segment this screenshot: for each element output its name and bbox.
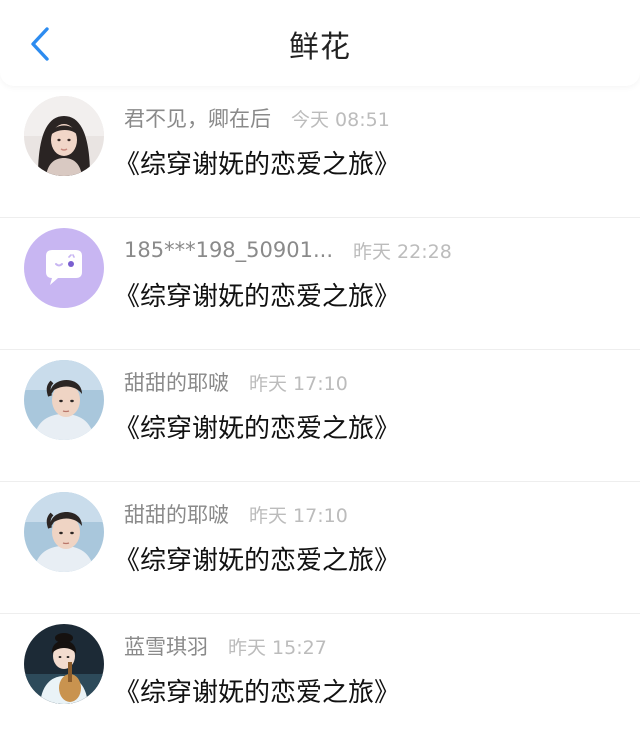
user-name[interactable]: 甜甜的耶啵 [124, 367, 229, 397]
item-meta: 君不见，卿在后 今天 08:51 [124, 104, 390, 132]
avatar-photo-man [24, 360, 104, 440]
list-item[interactable]: 甜甜的耶啵 昨天 17:10 《综穿谢妩的恋爱之旅》 [0, 350, 640, 482]
timestamp: 昨天 15:27 [228, 636, 327, 659]
user-name[interactable]: 君不见，卿在后 [124, 103, 271, 133]
user-name[interactable]: 蓝雪琪羽 [124, 631, 208, 661]
timestamp: 昨天 22:28 [353, 240, 452, 263]
book-title[interactable]: 《综穿谢妩的恋爱之旅》 [114, 408, 400, 445]
list-item[interactable]: 185***198_50901... 昨天 22:28 《综穿谢妩的恋爱之旅》 [0, 218, 640, 350]
timestamp: 昨天 17:10 [249, 372, 348, 395]
book-title[interactable]: 《综穿谢妩的恋爱之旅》 [114, 540, 400, 577]
item-meta: 甜甜的耶啵 昨天 17:10 [124, 368, 348, 396]
avatar-photo-man [24, 492, 104, 572]
list-item[interactable]: 蓝雪琪羽 昨天 15:27 《综穿谢妩的恋爱之旅》 [0, 614, 640, 746]
user-name[interactable]: 185***198_50901... [124, 238, 333, 262]
timestamp: 昨天 17:10 [249, 504, 348, 527]
avatar[interactable] [24, 360, 104, 440]
item-meta: 甜甜的耶啵 昨天 17:10 [124, 500, 348, 528]
avatar-photo-woman [24, 96, 104, 176]
avatar[interactable] [24, 228, 104, 308]
top-bar: 鲜花 [0, 0, 640, 86]
avatar[interactable] [24, 96, 104, 176]
default-chat-bubble-icon [24, 228, 104, 308]
flower-list: 君不见，卿在后 今天 08:51 《综穿谢妩的恋爱之旅》 185***198_5… [0, 86, 640, 746]
user-name[interactable]: 甜甜的耶啵 [124, 499, 229, 529]
avatar[interactable] [24, 492, 104, 572]
list-item[interactable]: 甜甜的耶啵 昨天 17:10 《综穿谢妩的恋爱之旅》 [0, 482, 640, 614]
book-title[interactable]: 《综穿谢妩的恋爱之旅》 [114, 276, 400, 313]
book-title[interactable]: 《综穿谢妩的恋爱之旅》 [114, 144, 400, 181]
book-title[interactable]: 《综穿谢妩的恋爱之旅》 [114, 672, 400, 709]
list-item[interactable]: 君不见，卿在后 今天 08:51 《综穿谢妩的恋爱之旅》 [0, 86, 640, 218]
avatar-photo-musician [24, 624, 104, 704]
timestamp: 今天 08:51 [291, 108, 390, 131]
page-title: 鲜花 [289, 30, 351, 65]
avatar[interactable] [24, 624, 104, 704]
item-meta: 185***198_50901... 昨天 22:28 [124, 236, 452, 264]
item-meta: 蓝雪琪羽 昨天 15:27 [124, 632, 327, 660]
